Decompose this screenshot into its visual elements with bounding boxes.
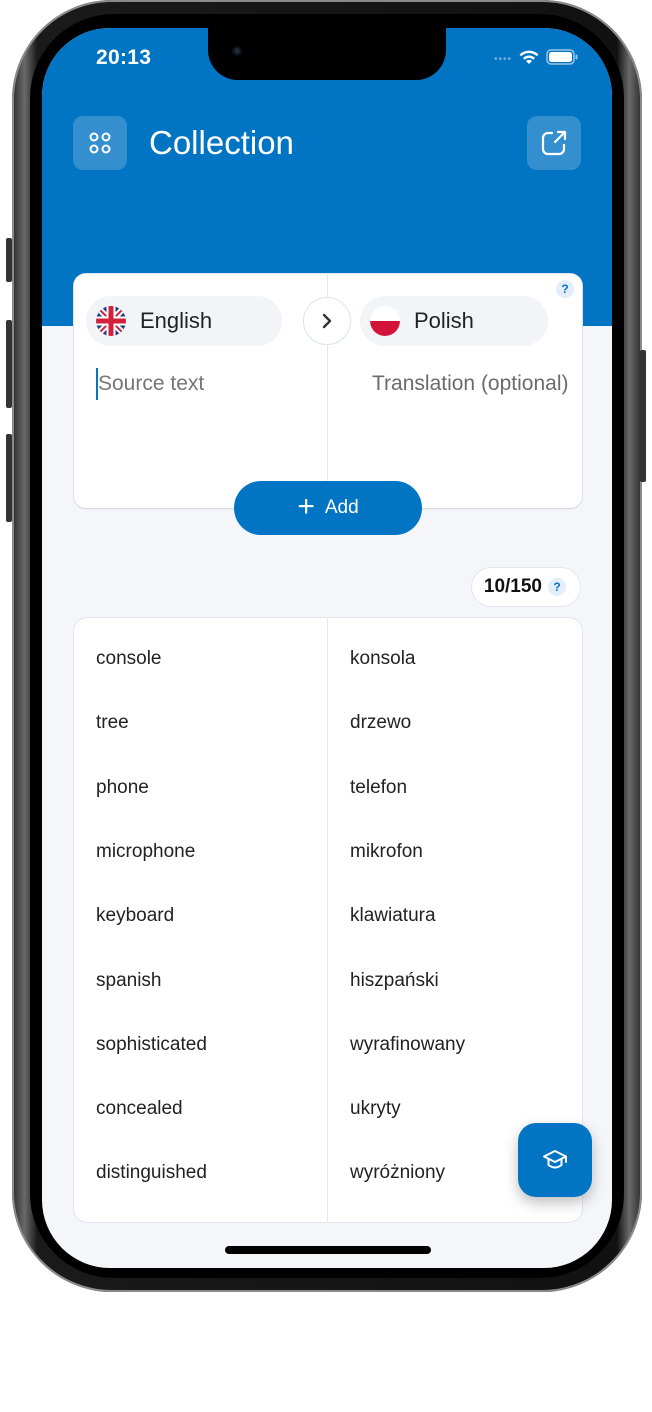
word-translation: ukryty <box>350 1098 401 1120</box>
uk-flag-icon <box>96 306 126 336</box>
poland-flag-icon <box>370 306 400 336</box>
home-indicator[interactable] <box>225 1246 431 1254</box>
camera-icon <box>232 46 242 56</box>
word-translation: klawiatura <box>350 905 436 927</box>
source-language-label: English <box>140 308 213 333</box>
word-source: phone <box>96 776 149 798</box>
word-source: concealed <box>96 1098 183 1120</box>
battery-icon <box>546 48 578 65</box>
four-dots-icon <box>89 132 111 154</box>
chevron-right-icon <box>322 313 332 329</box>
source-text-input[interactable] <box>96 368 316 400</box>
mute-switch <box>6 238 12 282</box>
word-row[interactable]: phone telefon <box>74 755 582 819</box>
status-indicators: •••• <box>494 48 578 65</box>
word-source: microphone <box>96 840 196 862</box>
target-language-selector[interactable]: Polish <box>360 296 548 346</box>
word-counter: 10/150 ? <box>471 568 580 606</box>
word-source: tree <box>96 712 129 734</box>
word-translation: mikrofon <box>350 840 423 862</box>
word-row[interactable]: microphone mikrofon <box>74 819 582 883</box>
learn-button[interactable] <box>518 1123 592 1197</box>
source-language-selector[interactable]: English <box>86 296 282 346</box>
app-screen: 20:13 •••• Collection ? English Polish S… <box>42 28 612 1268</box>
word-translation: telefon <box>350 776 408 798</box>
counter-help-button[interactable]: ? <box>548 578 566 596</box>
signal-icon: •••• <box>493 54 512 65</box>
word-source: console <box>96 648 162 669</box>
word-row[interactable]: distinguished wyróżniony <box>74 1140 582 1204</box>
word-source: sophisticated <box>96 1033 207 1055</box>
notch <box>208 28 446 80</box>
word-translation: wyrafinowany <box>350 1033 466 1055</box>
word-source: spanish <box>96 969 162 991</box>
wifi-icon <box>519 50 539 64</box>
word-translation: konsola <box>350 648 416 669</box>
target-language-label: Polish <box>414 308 474 333</box>
word-row[interactable]: sophisticated wyrafinowany <box>74 1012 582 1076</box>
word-list: console konsola tree drzewo phone telefon micr… <box>74 618 582 1222</box>
volume-up-button <box>6 320 12 408</box>
add-button[interactable]: + Add <box>234 481 422 535</box>
word-translation: hiszpański <box>350 969 439 991</box>
word-row[interactable]: concealed ukryty <box>74 1076 582 1140</box>
plus-icon: + <box>297 489 315 523</box>
word-row[interactable]: tree drzewo <box>74 690 582 754</box>
word-source: distinguished <box>96 1162 207 1184</box>
word-translation: drzewo <box>350 712 412 734</box>
translation-input[interactable]: Translation (optional) <box>372 368 572 400</box>
page-title: Collection <box>149 124 294 161</box>
share-button[interactable] <box>527 116 581 170</box>
word-row[interactable]: spanish hiszpański <box>74 948 582 1012</box>
word-count: 10/150 <box>483 576 542 597</box>
graduation-cap-icon <box>543 1150 567 1169</box>
menu-button[interactable] <box>73 116 127 170</box>
word-translation: wyróżniony <box>350 1162 446 1184</box>
translator-help-button[interactable]: ? <box>556 280 574 298</box>
power-button <box>640 350 646 482</box>
word-source: keyboard <box>96 905 175 927</box>
translation-input-card: ? English Polish Source text Translation… <box>74 274 582 508</box>
swap-languages-button[interactable] <box>303 297 351 345</box>
external-share-icon <box>541 130 567 156</box>
add-button-label: Add <box>324 497 359 518</box>
volume-down-button <box>6 434 12 522</box>
status-time: 20:13 <box>96 46 152 69</box>
word-row[interactable]: keyboard klawiatura <box>74 883 582 947</box>
word-row[interactable]: console konsola <box>74 626 582 690</box>
